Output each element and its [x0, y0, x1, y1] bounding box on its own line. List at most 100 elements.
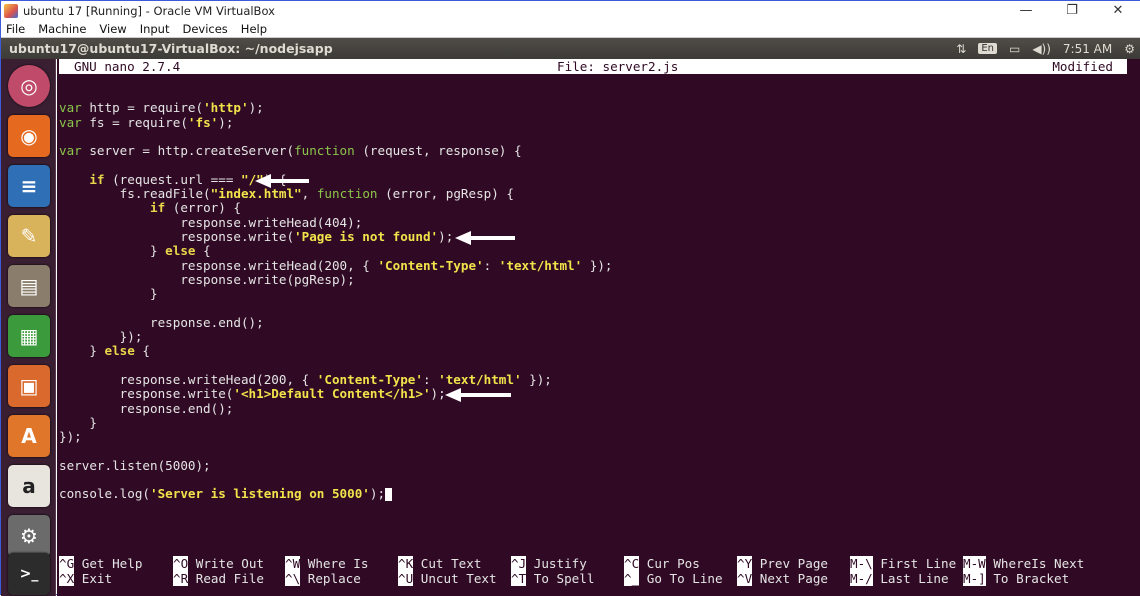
shortcut-key: ^G: [59, 556, 75, 571]
shortcut-key: ^U: [398, 570, 414, 586]
code-line: });: [59, 329, 143, 345]
window-title: ubuntu 17 [Running] - Oracle VM VirtualB…: [23, 3, 275, 18]
terminal-window[interactable]: GNU nano 2.7.4 File: server2.js Modified…: [57, 59, 1140, 596]
code-line: var server = http.createServer(function …: [59, 143, 522, 159]
shortcut-get-help: ^G Get Help: [59, 556, 142, 572]
minimize-button[interactable]: —: [1003, 1, 1049, 20]
shortcut-label: Uncut Text: [420, 570, 497, 586]
unity-launcher: ◎ ◉ ≡ ✎ ▤ ▦ ▣ A a ⚙ >_: [1, 59, 56, 596]
menu-bar: File Machine View Input Devices Help: [1, 20, 1140, 38]
menu-machine[interactable]: Machine: [38, 22, 86, 36]
shortcut-key: ^\: [285, 570, 301, 586]
restore-button[interactable]: ❐: [1049, 1, 1095, 20]
window-titlebar: ubuntu 17 [Running] - Oracle VM VirtualB…: [1, 1, 1140, 20]
shortcut-key: M-/: [850, 570, 873, 586]
code-line: }: [59, 414, 97, 430]
code-line: } else {: [59, 343, 151, 359]
shortcut-key: M-]: [963, 570, 986, 586]
nano-filename: File: server2.js: [557, 59, 679, 74]
shortcut-go-to-line: ^_ Go To Line: [624, 570, 723, 587]
shortcut-write-out: ^O Write Out: [173, 556, 265, 572]
shortcut-label: Read File: [195, 570, 265, 586]
shortcut-label: Exit: [81, 570, 113, 586]
shortcut-label: First Line: [880, 556, 957, 571]
code-line: }: [59, 286, 158, 302]
text-editor-icon[interactable]: ✎: [8, 215, 50, 257]
amazon-icon[interactable]: a: [8, 465, 50, 507]
annotation-arrow: [255, 174, 309, 188]
shortcut-key: ^T: [511, 570, 527, 586]
shortcut-label: To Spell: [533, 570, 595, 586]
shortcut-to-bracket: M-] To Bracket: [963, 570, 1070, 587]
shortcut-label: Cut Text: [420, 556, 482, 571]
menu-input[interactable]: Input: [140, 22, 170, 36]
close-button[interactable]: ✕: [1095, 1, 1140, 20]
system-settings-icon[interactable]: ⚙: [8, 515, 50, 557]
impress-icon[interactable]: ▣: [8, 365, 50, 407]
volume-icon[interactable]: ◀)): [1032, 42, 1051, 56]
menu-view[interactable]: View: [99, 22, 126, 36]
shortcut-label: Where Is: [307, 556, 369, 571]
code-line: response.end();: [59, 314, 264, 330]
nano-header: GNU nano 2.7.4 File: server2.js Modified: [59, 59, 1127, 74]
software-center-icon[interactable]: A: [8, 415, 50, 457]
terminal-title: ubuntu17@ubuntu17-VirtualBox: ~/nodejsap…: [9, 41, 333, 56]
ubuntu-dash-icon[interactable]: ◎: [8, 65, 50, 107]
files-icon[interactable]: ▤: [8, 265, 50, 307]
menu-help[interactable]: Help: [241, 22, 267, 36]
shortcut-read-file: ^R Read File: [173, 570, 265, 587]
code-line: response.write('Page is not found');: [59, 228, 454, 244]
calc-icon[interactable]: ▦: [8, 315, 50, 357]
shortcut-key: ^C: [624, 556, 640, 571]
menu-devices[interactable]: Devices: [182, 22, 227, 36]
code-line: });: [59, 429, 82, 445]
writer-icon[interactable]: ≡: [8, 165, 50, 207]
clock[interactable]: 7:51 AM: [1063, 42, 1112, 56]
code-line: if (error) {: [150, 200, 241, 216]
nano-modified-status: Modified: [1052, 59, 1113, 74]
code-line: response.writeHead(200, { 'Content-Type'…: [59, 257, 613, 273]
shortcut-label: Prev Page: [759, 556, 829, 571]
code-line: response.writeHead(200, { 'Content-Type'…: [59, 371, 552, 387]
shortcut-label: Last Line: [880, 570, 949, 586]
shortcut-justify: ^J Justify: [511, 556, 587, 572]
code-editor[interactable]: var http = require('http'); var fs = requ…: [59, 87, 613, 502]
shortcut-first-line: M-\ First Line: [850, 556, 957, 572]
shortcut-key: ^R: [173, 570, 189, 586]
keyboard-layout-indicator[interactable]: En: [978, 43, 997, 54]
shortcut-label: To Bracket: [993, 570, 1070, 586]
shortcut-key: ^K: [398, 556, 414, 571]
shortcut-label: Replace: [307, 570, 361, 586]
shortcut-cur-pos: ^C Cur Pos: [624, 556, 700, 572]
shortcut-prev-page: ^Y Prev Page: [737, 556, 829, 572]
shortcut-replace: ^\ Replace: [285, 570, 361, 587]
network-icon[interactable]: ⇅: [956, 42, 966, 56]
shortcut-key: ^J: [511, 556, 527, 571]
firefox-icon[interactable]: ◉: [8, 115, 50, 157]
text-cursor: [385, 488, 393, 502]
ubuntu-top-panel: ubuntu17@ubuntu17-VirtualBox: ~/nodejsap…: [1, 38, 1140, 59]
code-line: var fs = require('fs');: [59, 114, 234, 130]
shortcut-where-is: ^W Where Is: [285, 556, 369, 572]
shortcut-label: Write Out: [195, 556, 265, 571]
code-line: response.writeHead(404);: [59, 214, 363, 230]
shortcut-uncut-text: ^U Uncut Text: [398, 570, 497, 587]
terminal-icon[interactable]: >_: [8, 553, 50, 595]
menu-file[interactable]: File: [6, 22, 25, 36]
shortcut-last-line: M-/ Last Line: [850, 570, 949, 587]
code-line: if (request.url === "/") {: [89, 171, 286, 187]
settings-gear-icon[interactable]: ⚙: [1124, 42, 1135, 56]
shortcut-key: ^V: [737, 570, 753, 586]
battery-icon[interactable]: ▭: [1009, 42, 1020, 56]
shortcut-label: Cur Pos: [646, 556, 700, 571]
shortcut-key: M-\: [850, 556, 873, 571]
shortcut-cut-text: ^K Cut Text: [398, 556, 482, 572]
code-line: server.listen(5000);: [59, 457, 211, 473]
